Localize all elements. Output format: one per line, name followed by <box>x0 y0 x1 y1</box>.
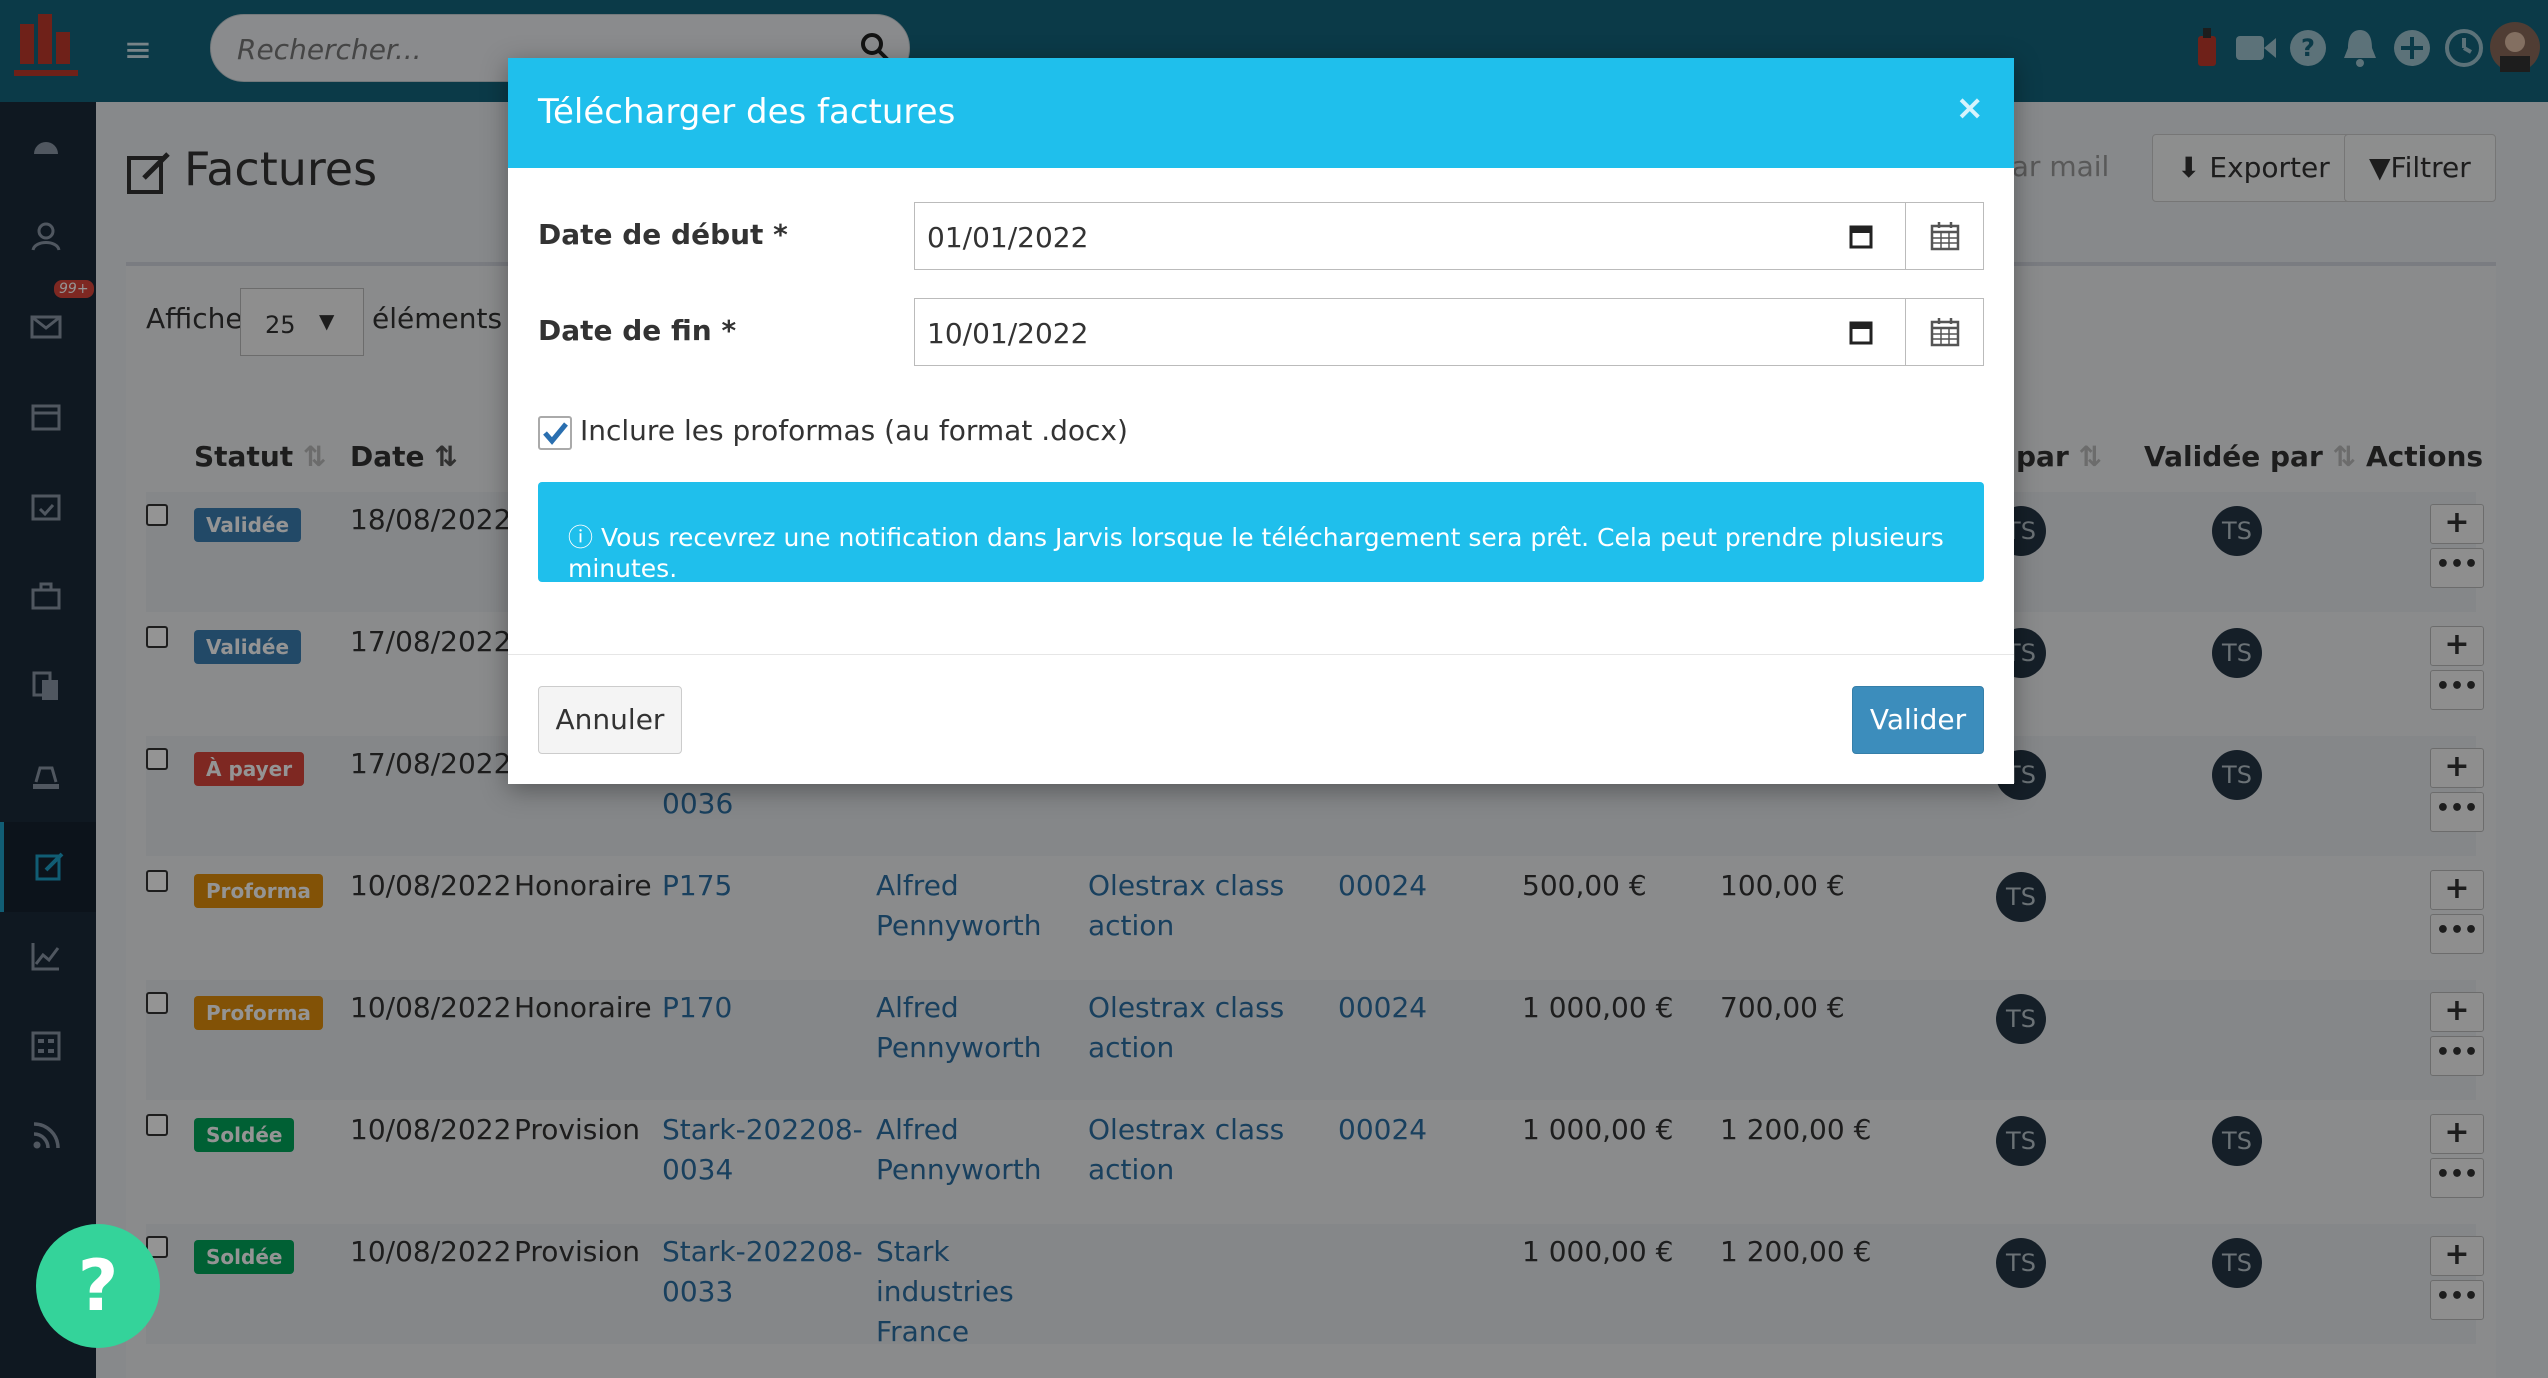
modal-footer-divider <box>508 654 2014 655</box>
start-date-field[interactable]: 01/01/2022 <box>914 202 1984 270</box>
submit-button[interactable]: Valider <box>1852 686 1984 754</box>
info-message: Vous recevrez une notification dans Jarv… <box>568 523 1944 583</box>
end-date-value: 10/01/2022 <box>927 317 1089 350</box>
calendar-addon[interactable] <box>1905 203 1983 269</box>
end-date-field[interactable]: 10/01/2022 <box>914 298 1984 366</box>
include-proformas-label[interactable]: Inclure les proformas (au format .docx) <box>580 414 1128 447</box>
help-button[interactable]: ? <box>36 1224 160 1348</box>
info-icon: ⓘ <box>568 523 594 552</box>
start-date-value: 01/01/2022 <box>927 221 1089 254</box>
end-date-label: Date de fin * <box>538 314 737 347</box>
download-invoices-modal: Télécharger des factures × Date de début… <box>508 58 2014 784</box>
modal-title: Télécharger des factures <box>538 92 956 132</box>
calendar-addon[interactable] <box>1905 299 1983 365</box>
start-date-label: Date de début * <box>538 218 788 251</box>
checkmark-icon <box>543 422 568 445</box>
cancel-button[interactable]: Annuler <box>538 686 682 754</box>
date-picker-icon[interactable] <box>1849 223 1873 249</box>
include-proformas-checkbox[interactable] <box>538 416 572 450</box>
calendar-icon <box>1930 318 1960 347</box>
close-icon[interactable]: × <box>1956 88 1985 128</box>
modal-header: Télécharger des factures × <box>508 58 2014 168</box>
date-picker-icon[interactable] <box>1849 319 1873 345</box>
info-alert: ⓘ Vous recevrez une notification dans Ja… <box>538 482 1984 583</box>
calendar-icon <box>1930 222 1960 251</box>
